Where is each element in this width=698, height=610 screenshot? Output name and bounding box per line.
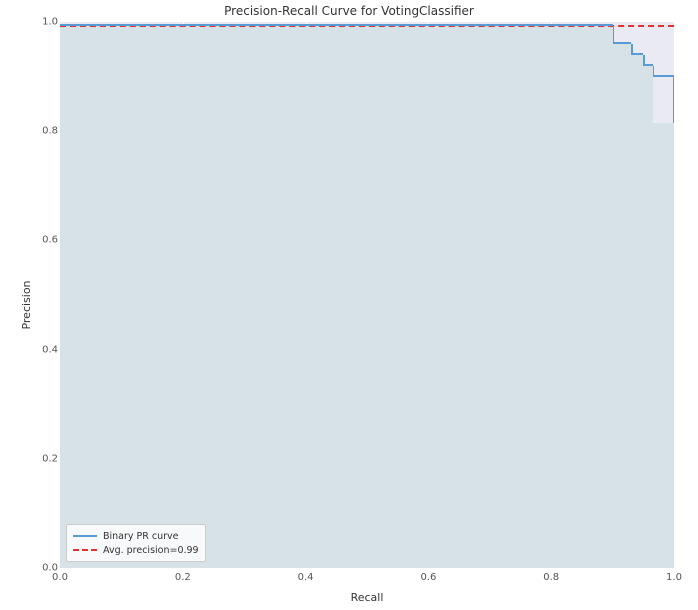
- legend: Binary PR curve Avg. precision=0.99: [66, 524, 206, 562]
- figure: Precision-Recall Curve for VotingClassif…: [0, 0, 698, 610]
- pr-curve: [643, 64, 652, 66]
- legend-label-pr: Binary PR curve: [103, 531, 179, 542]
- pr-curve: [673, 77, 675, 123]
- x-tick: 0.6: [420, 572, 436, 583]
- axes-area: Binary PR curve Avg. precision=0.99: [60, 22, 674, 568]
- y-axis-label: Precision: [20, 280, 33, 329]
- y-tick: 0.8: [38, 126, 58, 137]
- x-axis-label: Recall: [60, 591, 674, 604]
- legend-label-ap: Avg. precision=0.99: [103, 545, 199, 556]
- pr-fill: [60, 123, 674, 568]
- y-tick: 0.2: [38, 453, 58, 464]
- x-tick: 0.2: [175, 572, 191, 583]
- legend-swatch-ap: [73, 549, 97, 551]
- legend-swatch-pr: [73, 535, 97, 537]
- x-tick: 0.0: [52, 572, 68, 583]
- pr-fill: [60, 66, 653, 77]
- y-tick: 0.6: [38, 235, 58, 246]
- x-tick: 0.8: [543, 572, 559, 583]
- y-tick: 0.0: [38, 563, 58, 574]
- y-tick: 0.4: [38, 344, 58, 355]
- pr-curve: [653, 75, 674, 77]
- chart-title: Precision-Recall Curve for VotingClassif…: [0, 4, 698, 18]
- pr-fill: [60, 44, 631, 55]
- y-tick: 1.0: [38, 17, 58, 28]
- pr-curve: [631, 53, 643, 55]
- pr-fill: [60, 26, 613, 44]
- pr-fill: [60, 55, 643, 66]
- pr-fill: [60, 77, 653, 123]
- pr-curve: [613, 26, 615, 44]
- legend-item-pr: Binary PR curve: [73, 529, 199, 543]
- x-tick: 1.0: [666, 572, 682, 583]
- pr-curve: [60, 24, 613, 26]
- x-tick: 0.4: [298, 572, 314, 583]
- pr-curve: [613, 42, 631, 44]
- legend-item-ap: Avg. precision=0.99: [73, 543, 199, 557]
